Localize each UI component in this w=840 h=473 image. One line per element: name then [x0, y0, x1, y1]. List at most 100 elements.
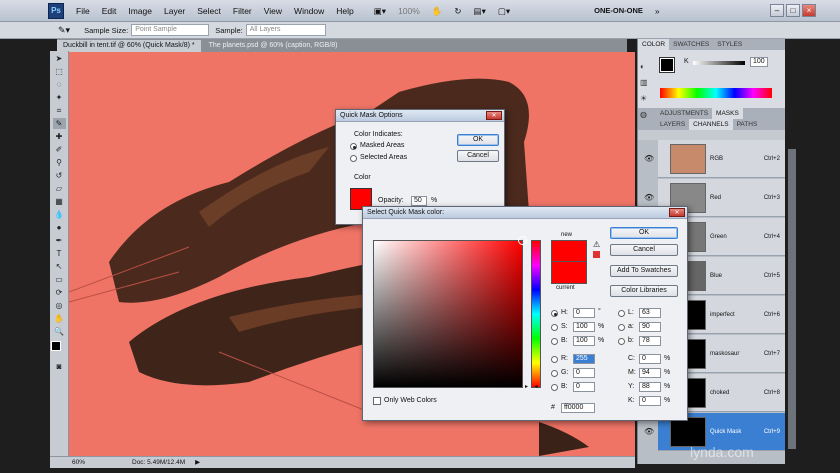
zoom-level[interactable]: 100%: [392, 0, 426, 22]
hue-slider-arrows[interactable]: ▸ ◂: [525, 383, 538, 390]
close-icon[interactable]: ✕: [486, 111, 502, 120]
opacity-field[interactable]: 50: [411, 196, 427, 206]
h-radio[interactable]: [551, 310, 558, 317]
cancel-button[interactable]: Cancel: [610, 244, 678, 256]
tab-masks[interactable]: MASKS: [712, 108, 743, 119]
menu-filter[interactable]: Filter: [227, 0, 258, 22]
hue-slider[interactable]: [531, 240, 541, 388]
ok-button[interactable]: OK: [457, 134, 499, 146]
l-radio[interactable]: [618, 310, 625, 317]
eye-icon[interactable]: 👁: [644, 427, 654, 436]
clone-stamp-icon[interactable]: ⚲: [53, 157, 66, 168]
arrange-icon[interactable]: ▤▾: [468, 0, 492, 22]
histogram-icon[interactable]: ▥: [640, 75, 654, 91]
k-field[interactable]: 100: [750, 57, 768, 67]
menu-window[interactable]: Window: [288, 0, 330, 22]
status-arrow-icon[interactable]: ▶: [195, 457, 200, 468]
path-select-icon[interactable]: ↖: [53, 261, 66, 272]
r-field[interactable]: 255: [573, 354, 595, 364]
k-field[interactable]: 0: [639, 396, 661, 406]
eye-icon[interactable]: 👁: [644, 193, 654, 202]
tab-channels[interactable]: CHANNELS: [689, 119, 733, 130]
tab-paths[interactable]: PATHS: [733, 119, 762, 130]
menu-layer[interactable]: Layer: [158, 0, 191, 22]
cancel-button[interactable]: Cancel: [457, 150, 499, 162]
color-field[interactable]: [373, 240, 523, 388]
foreground-color-swatch[interactable]: [51, 341, 61, 351]
ok-button[interactable]: OK: [610, 227, 678, 239]
info-icon[interactable]: ◐: [640, 59, 654, 75]
workspace-arrow-icon[interactable]: »: [649, 0, 666, 22]
menu-file[interactable]: File: [70, 0, 96, 22]
workspace-switcher[interactable]: ONE-ON-ONE: [588, 0, 649, 22]
quick-mask-mode-icon[interactable]: ◙: [53, 361, 66, 372]
eyedropper-tool-icon[interactable]: ✎▾: [58, 25, 70, 36]
color-ramp[interactable]: [660, 88, 772, 98]
screen-icon[interactable]: ▢▾: [492, 0, 516, 22]
a-field[interactable]: 90: [639, 322, 661, 332]
tab-layers[interactable]: LAYERS: [656, 119, 689, 130]
g-radio[interactable]: [551, 370, 558, 377]
hex-field[interactable]: ff0000: [561, 403, 595, 413]
3d-rotate-icon[interactable]: ⟳: [53, 287, 66, 298]
selected-areas-label[interactable]: Selected Areas: [360, 153, 407, 163]
screen-mode-icon[interactable]: ▣▾: [368, 0, 392, 22]
hand-icon[interactable]: ✋: [426, 0, 449, 22]
mask-icon[interactable]: ◍: [640, 107, 654, 123]
masked-areas-radio[interactable]: [350, 143, 357, 150]
s-radio[interactable]: [551, 324, 558, 331]
menu-image[interactable]: Image: [122, 0, 158, 22]
blur-tool-icon[interactable]: 💧: [53, 209, 66, 220]
gamut-warning-icon[interactable]: ⚠: [593, 240, 600, 249]
tab-color[interactable]: COLOR: [638, 39, 670, 50]
quick-select-tool-icon[interactable]: ✦: [53, 92, 66, 103]
y-field[interactable]: 88: [639, 382, 661, 392]
a-radio[interactable]: [618, 324, 625, 331]
s-field[interactable]: 100: [573, 322, 595, 332]
h-field[interactable]: 0: [573, 308, 595, 318]
3d-camera-icon[interactable]: ◎: [53, 300, 66, 311]
current-color-preview[interactable]: [551, 262, 587, 284]
shape-tool-icon[interactable]: ▭: [53, 274, 66, 285]
eyedropper-tool-icon[interactable]: ✎: [52, 118, 66, 129]
tab-duckbill[interactable]: Duckbill in tent.tif @ 60% (Quick Mask/8…: [57, 40, 201, 52]
only-web-colors-checkbox[interactable]: [373, 397, 381, 405]
b-radio[interactable]: [551, 338, 558, 345]
only-web-colors-label[interactable]: Only Web Colors: [384, 396, 437, 406]
menu-help[interactable]: Help: [330, 0, 359, 22]
eye-icon[interactable]: 👁: [644, 154, 654, 163]
add-to-swatches-button[interactable]: Add To Swatches: [610, 265, 678, 277]
crop-tool-icon[interactable]: ⌗: [53, 105, 66, 116]
gamut-color-swatch[interactable]: [593, 251, 600, 258]
masked-areas-label[interactable]: Masked Areas: [360, 141, 404, 151]
brush-tool-icon[interactable]: ✐: [53, 144, 66, 155]
history-brush-icon[interactable]: ↺: [53, 170, 66, 181]
menu-edit[interactable]: Edit: [96, 0, 123, 22]
menu-view[interactable]: View: [258, 0, 288, 22]
r-radio[interactable]: [551, 356, 558, 363]
panel-scrollbar[interactable]: [785, 39, 840, 473]
adjust-icon[interactable]: ☀: [640, 91, 654, 107]
eraser-tool-icon[interactable]: ▱: [53, 183, 66, 194]
lab-b-field[interactable]: 78: [639, 336, 661, 346]
tab-styles[interactable]: STYLES: [713, 39, 746, 50]
lab-b-radio[interactable]: [618, 338, 625, 345]
close-button[interactable]: ×: [802, 4, 816, 17]
c-field[interactable]: 0: [639, 354, 661, 364]
k-slider[interactable]: [693, 61, 745, 65]
minimize-button[interactable]: –: [770, 4, 784, 17]
tab-planets[interactable]: The planets.psd @ 60% (caption, RGB/8): [203, 40, 344, 52]
channel-rgb[interactable]: 👁 RGB Ctrl+2: [644, 140, 786, 178]
blue-radio[interactable]: [551, 384, 558, 391]
hand-tool-icon[interactable]: ✋: [53, 313, 66, 324]
marquee-tool-icon[interactable]: ⬚: [53, 66, 66, 77]
color-swatches[interactable]: [51, 341, 67, 357]
tab-swatches[interactable]: SWATCHES: [669, 39, 713, 50]
dodge-tool-icon[interactable]: ●: [53, 222, 66, 233]
selected-areas-radio[interactable]: [350, 155, 357, 162]
pen-tool-icon[interactable]: ✒: [53, 235, 66, 246]
foreground-swatch[interactable]: [660, 58, 674, 72]
sample-select[interactable]: All Layers: [245, 24, 326, 36]
menu-select[interactable]: Select: [191, 0, 227, 22]
type-tool-icon[interactable]: T: [53, 248, 66, 259]
